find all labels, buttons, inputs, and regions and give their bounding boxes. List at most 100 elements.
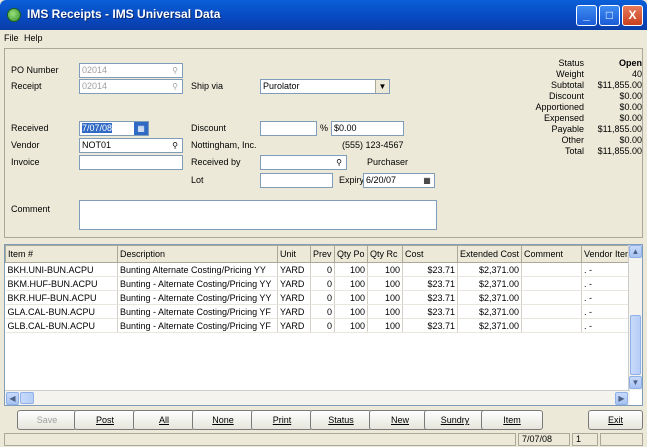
scroll-left-icon[interactable]: ◀ (6, 392, 19, 405)
search-icon[interactable]: ⚲ (168, 80, 182, 93)
table-cell[interactable]: 100 (334, 262, 368, 277)
table-cell[interactable]: $23.71 (402, 290, 458, 305)
menu-help[interactable]: Help (24, 33, 43, 43)
table-cell[interactable]: 0 (310, 276, 335, 291)
table-cell[interactable]: . - (581, 290, 632, 305)
table-cell[interactable]: . - (581, 318, 632, 333)
table-cell[interactable]: $23.71 (402, 304, 458, 319)
table-cell[interactable]: $2,371.00 (457, 304, 522, 319)
table-cell[interactable] (521, 276, 582, 291)
table-cell[interactable]: Bunting - Alternate Costing/Pricing YY (117, 290, 278, 305)
table-cell[interactable]: 100 (367, 318, 403, 333)
table-cell[interactable]: 0 (310, 262, 335, 277)
table-cell[interactable]: YARD (277, 262, 311, 277)
horizontal-scrollbar[interactable]: ◀ ▶ (5, 390, 630, 405)
table-cell[interactable]: $23.71 (402, 262, 458, 277)
invoice-field[interactable] (79, 155, 183, 170)
table-cell[interactable]: 100 (367, 276, 403, 291)
comment-field[interactable] (79, 200, 437, 230)
table-cell[interactable]: . - (581, 304, 632, 319)
chevron-down-icon[interactable]: ▼ (375, 80, 389, 93)
column-header[interactable]: Description (117, 245, 278, 263)
item-button[interactable]: Item (481, 410, 543, 430)
po-number-field[interactable]: 02014 ⚲ (79, 63, 183, 78)
search-icon[interactable]: ⚲ (168, 64, 182, 77)
expiry-date-field[interactable]: 6/20/07 ▦ (363, 173, 435, 188)
exit-button[interactable]: Exit (588, 410, 643, 430)
calendar-icon[interactable]: ▦ (420, 174, 434, 187)
table-cell[interactable]: GLA.CAL-BUN.ACPU (5, 304, 118, 319)
menu-file[interactable]: File (4, 33, 19, 43)
table-row[interactable]: GLA.CAL-BUN.ACPU Bunting - Alternate Cost… (5, 304, 632, 319)
table-cell[interactable]: . - (581, 262, 632, 277)
table-cell[interactable]: YARD (277, 318, 311, 333)
table-cell[interactable]: $2,371.00 (457, 262, 522, 277)
table-cell[interactable]: $23.71 (402, 276, 458, 291)
table-cell[interactable]: 0 (310, 290, 335, 305)
table-cell[interactable]: BKH.UNI-BUN.ACPU (5, 262, 118, 277)
table-cell[interactable] (521, 262, 582, 277)
column-header[interactable]: Vendor Iten (581, 245, 632, 263)
table-cell[interactable]: YARD (277, 290, 311, 305)
line-items-grid[interactable]: Item # Description Unit Prev Qty Po Qty Rc Cos… (4, 244, 643, 406)
minimize-button[interactable]: _ (576, 5, 597, 26)
post-button[interactable]: Post (74, 410, 136, 430)
sundry-button[interactable]: Sundry (424, 410, 486, 430)
table-cell[interactable]: Bunting - Alternate Costing/Pricing YF (117, 318, 278, 333)
table-cell[interactable]: . - (581, 276, 632, 291)
table-cell[interactable]: 100 (334, 290, 368, 305)
discount-pct-field[interactable] (260, 121, 317, 136)
discount-amount-field[interactable]: $0.00 (331, 121, 404, 136)
table-cell[interactable]: 100 (367, 262, 403, 277)
table-cell[interactable]: GLB.CAL-BUN.ACPU (5, 318, 118, 333)
table-cell[interactable]: 0 (310, 304, 335, 319)
column-header[interactable]: Qty Po (334, 245, 368, 263)
table-cell[interactable]: $2,371.00 (457, 276, 522, 291)
table-cell[interactable]: Bunting - Alternate Costing/Pricing YF (117, 304, 278, 319)
column-header[interactable]: Qty Rc (367, 245, 403, 263)
table-cell[interactable]: BKR.HUF-BUN.ACPU (5, 290, 118, 305)
ship-via-select[interactable]: Purolator ▼ (260, 79, 390, 94)
none-button[interactable]: None (192, 410, 254, 430)
search-icon[interactable]: ⚲ (332, 156, 346, 169)
search-icon[interactable]: ⚲ (168, 139, 182, 152)
column-header[interactable]: Item # (5, 245, 118, 263)
table-cell[interactable]: 100 (334, 304, 368, 319)
table-cell[interactable]: 100 (367, 304, 403, 319)
table-cell[interactable]: YARD (277, 304, 311, 319)
vertical-scrollbar[interactable]: ▲ ▼ (628, 245, 642, 390)
lot-field[interactable] (260, 173, 333, 188)
table-cell[interactable]: 100 (367, 290, 403, 305)
scroll-down-icon[interactable]: ▼ (629, 376, 642, 389)
table-cell[interactable]: Bunting Alternate Costing/Pricing YY (117, 262, 278, 277)
table-cell[interactable]: 100 (334, 318, 368, 333)
table-cell[interactable]: Bunting - Alternate Costing/Pricing YY (117, 276, 278, 291)
new-button[interactable]: New (369, 410, 431, 430)
column-header[interactable]: Prev (310, 245, 335, 263)
maximize-button[interactable]: □ (599, 5, 620, 26)
column-header[interactable]: Comment (521, 245, 582, 263)
receipt-field[interactable]: 02014 ⚲ (79, 79, 183, 94)
close-button[interactable]: X (622, 5, 643, 26)
scroll-thumb[interactable] (630, 315, 641, 375)
status-button[interactable]: Status (310, 410, 372, 430)
table-row[interactable]: BKR.HUF-BUN.ACPU Bunting - Alternate Cost… (5, 290, 632, 305)
table-row[interactable]: BKM.HUF-BUN.ACPU Bunting - Alternate Cost… (5, 276, 632, 291)
print-button[interactable]: Print (251, 410, 313, 430)
all-button[interactable]: All (133, 410, 195, 430)
table-cell[interactable]: YARD (277, 276, 311, 291)
column-header[interactable]: Unit (277, 245, 311, 263)
vendor-field[interactable]: NOT01 ⚲ (79, 138, 183, 153)
table-cell[interactable]: $23.71 (402, 318, 458, 333)
table-cell[interactable] (521, 304, 582, 319)
column-header[interactable]: Extended Cost (457, 245, 522, 263)
save-button[interactable]: Save (17, 410, 77, 430)
table-row[interactable]: GLB.CAL-BUN.ACPU Bunting - Alternate Cost… (5, 318, 632, 333)
hscroll-thumb[interactable] (20, 392, 34, 404)
table-cell[interactable]: 100 (334, 276, 368, 291)
scroll-up-icon[interactable]: ▲ (629, 245, 642, 258)
table-cell[interactable] (521, 318, 582, 333)
received-by-field[interactable]: ⚲ (260, 155, 347, 170)
table-row[interactable]: BKH.UNI-BUN.ACPU Bunting Alternate Costin… (5, 262, 632, 277)
table-cell[interactable]: BKM.HUF-BUN.ACPU (5, 276, 118, 291)
